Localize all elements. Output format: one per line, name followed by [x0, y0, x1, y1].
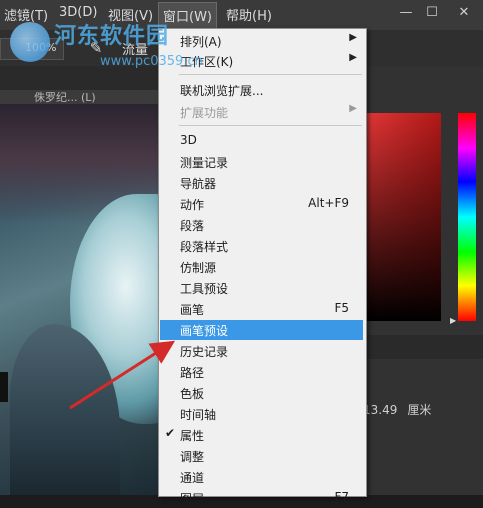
- menu-item-paths[interactable]: 路径: [160, 362, 363, 382]
- menu-item-label: 图层: [180, 492, 205, 506]
- menu-item-browse-extensions[interactable]: 联机浏览扩展...: [160, 80, 363, 100]
- menu-item-paragraph-styles[interactable]: 段落样式: [160, 236, 363, 256]
- menu-filter[interactable]: 滤镜(T): [4, 5, 48, 24]
- menu-item-brush[interactable]: 画笔 F5: [160, 299, 363, 319]
- menu-item-layers[interactable]: 图层 F7: [160, 488, 363, 508]
- menu-item-shortcut: F7: [334, 490, 349, 504]
- canvas-edge: [0, 372, 8, 402]
- menu-view[interactable]: 视图(V): [108, 5, 153, 24]
- menu-item-label: 属性: [180, 429, 205, 443]
- properties-unit: 厘米: [407, 403, 432, 417]
- menu-item-label: 3D: [180, 133, 197, 147]
- window-menu: 排列(A) ▶ 工作区(K) ▶ 联机浏览扩展... 扩展功能 ▶ 3D 测量记…: [158, 28, 367, 506]
- menu-item-label: 工具预设: [180, 282, 229, 296]
- menu-item-label: 测量记录: [180, 156, 229, 170]
- menu-item-timeline[interactable]: 时间轴: [160, 404, 363, 424]
- menu-item-paragraph[interactable]: 段落: [160, 215, 363, 235]
- document-canvas[interactable]: [0, 104, 160, 495]
- menu-item-actions[interactable]: 动作 Alt+F9: [160, 194, 363, 214]
- menu-item-channels[interactable]: 通道: [160, 467, 363, 487]
- menu-3d[interactable]: 3D(D): [59, 5, 97, 20]
- submenu-arrow-icon: ▶: [349, 32, 357, 43]
- menu-item-label: 色板: [180, 387, 205, 401]
- hue-slider[interactable]: [458, 113, 476, 321]
- menu-item-label: 时间轴: [180, 408, 217, 422]
- menu-item-brush-presets[interactable]: 画笔预设: [160, 320, 363, 340]
- menu-item-label: 段落样式: [180, 240, 229, 254]
- menu-item-workspace[interactable]: 工作区(K) ▶: [160, 51, 363, 71]
- menu-item-measurement-log[interactable]: 测量记录: [160, 152, 363, 172]
- close-icon[interactable]: ✕: [452, 3, 476, 23]
- menu-help[interactable]: 帮助(H): [226, 5, 272, 24]
- menu-item-label: 动作: [180, 198, 205, 212]
- menu-item-clone-source[interactable]: 仿制源: [160, 257, 363, 277]
- properties-number: 13.49: [363, 403, 398, 417]
- menu-item-label: 导航器: [180, 177, 217, 191]
- menu-item-label: 通道: [180, 471, 205, 485]
- airbrush-icon[interactable]: ✎: [86, 38, 106, 58]
- menu-item-label: 扩展功能: [180, 106, 229, 120]
- menu-item-label: 历史记录: [180, 345, 229, 359]
- menu-item-adjustments[interactable]: 调整: [160, 446, 363, 466]
- menu-item-label: 段落: [180, 219, 205, 233]
- minimize-icon[interactable]: —: [394, 3, 418, 23]
- menu-bar: 滤镜(T) 3D(D) 视图(V) 窗口(W) 帮助(H) — ☐ ✕: [0, 0, 483, 30]
- checkmark-icon: ✔: [165, 426, 176, 440]
- maximize-icon[interactable]: ☐: [420, 3, 444, 23]
- menu-item-shortcut: Alt+F9: [308, 196, 349, 210]
- hue-marker-icon[interactable]: ▶: [450, 316, 456, 325]
- color-picker-field[interactable]: [366, 113, 441, 321]
- menu-item-arrange[interactable]: 排列(A) ▶: [160, 31, 363, 51]
- submenu-arrow-icon: ▶: [349, 103, 357, 114]
- document-tab[interactable]: 侏罗纪... (L): [0, 90, 160, 104]
- submenu-arrow-icon: ▶: [349, 52, 357, 63]
- flow-label: 流量: [122, 43, 149, 58]
- menu-item-label: 排列(A): [180, 35, 222, 49]
- document-tab-title: 侏罗纪... (L): [34, 91, 96, 104]
- menu-item-swatches[interactable]: 色板: [160, 383, 363, 403]
- menu-separator: [179, 125, 362, 126]
- zoom-field[interactable]: 100%: [0, 38, 64, 60]
- menu-item-tool-presets[interactable]: 工具预设: [160, 278, 363, 298]
- zoom-value: 100%: [25, 41, 57, 54]
- menu-item-label: 画笔: [180, 303, 205, 317]
- menu-item-label: 调整: [180, 450, 205, 464]
- menu-item-navigator[interactable]: 导航器: [160, 173, 363, 193]
- menu-item-history[interactable]: 历史记录: [160, 341, 363, 361]
- menu-separator: [179, 74, 362, 75]
- menu-item-extensions: 扩展功能 ▶: [160, 102, 363, 122]
- menu-window[interactable]: 窗口(W): [158, 2, 217, 30]
- panel-header: [363, 335, 483, 359]
- menu-item-label: 路径: [180, 366, 205, 380]
- menu-item-label: 仿制源: [180, 261, 217, 275]
- menu-item-label: 画笔预设: [180, 324, 229, 338]
- menu-item-label: 联机浏览扩展...: [180, 84, 264, 98]
- menu-item-label: 工作区(K): [180, 55, 234, 69]
- menu-item-shortcut: F5: [334, 301, 349, 315]
- properties-value: 13.49 厘米: [363, 401, 431, 418]
- menu-item-properties[interactable]: ✔ 属性: [160, 425, 363, 445]
- menu-item-3d[interactable]: 3D: [160, 131, 363, 151]
